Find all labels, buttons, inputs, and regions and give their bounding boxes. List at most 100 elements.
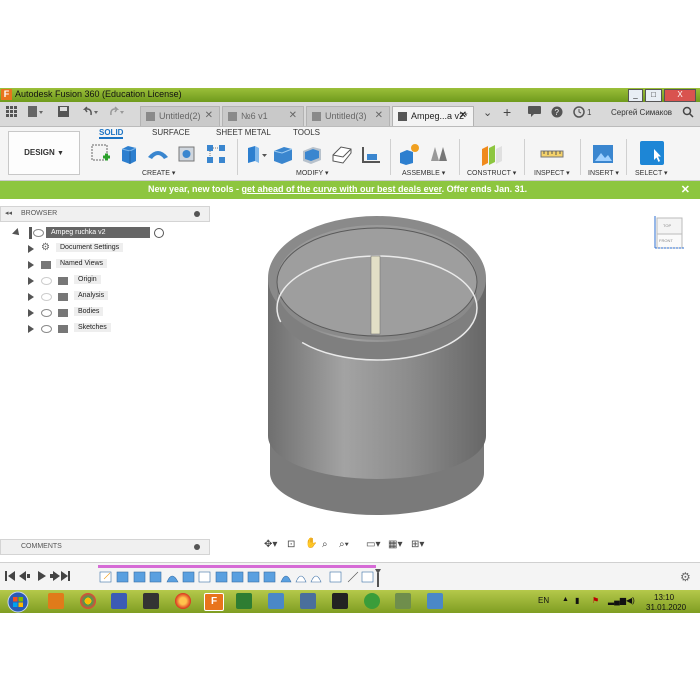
tray-expand-icon[interactable]: ▲ [562,596,569,603]
save-icon[interactable] [58,106,69,120]
fusion-app-icon[interactable]: F [1,89,12,100]
maximize-button[interactable]: □ [645,89,662,102]
notifications-icon[interactable] [573,106,585,121]
look-at-icon[interactable]: ⊡ [287,539,295,550]
expand-triangle-icon[interactable] [28,245,34,253]
create-menu[interactable]: CREATE ▾ [142,169,175,177]
user-name[interactable]: Сергей Симаков [611,108,672,117]
tab-surface[interactable]: SURFACE [152,128,190,137]
expand-triangle-icon[interactable] [28,325,34,333]
close-tab-icon[interactable]: ✕ [375,110,383,121]
grid-settings-icon[interactable]: ▦▾ [388,539,402,550]
extrude-icon[interactable] [118,143,138,164]
fit-zoom-icon[interactable]: ⌕▾ [339,539,349,550]
hole-icon[interactable] [176,143,196,163]
align-icon[interactable] [360,143,380,163]
job-status-icon[interactable] [528,106,541,120]
browser-item-bodies[interactable]: Bodies [28,307,148,319]
chamfer-icon[interactable] [331,143,352,164]
network-icon[interactable]: ▂▄▆ [608,596,626,605]
clock-time[interactable]: 13:10 [654,593,674,602]
search-icon[interactable] [682,106,694,121]
record-icon[interactable] [154,228,164,238]
settings-icon[interactable]: ⚙ [680,570,691,584]
volume-icon[interactable]: ◀) [626,596,635,605]
close-tab-icon[interactable]: ✕ [205,110,213,121]
window-icon[interactable] [427,593,443,609]
press-pull-icon[interactable] [245,143,267,163]
design-workspace-button[interactable]: DESIGN ▼ [8,131,80,175]
select-cursor-icon[interactable] [640,141,664,165]
knob-body[interactable] [268,216,486,515]
tab-sheet-metal[interactable]: SHEET METAL [216,128,271,137]
viewports-icon[interactable]: ⊞▾ [411,539,424,550]
browser-root-item[interactable]: Ampeg ruchka v2 [12,227,164,239]
assemble-menu[interactable]: ASSEMBLE ▾ [402,169,445,177]
globe-icon[interactable] [364,593,380,609]
browser-item-named-views[interactable]: Named Views [28,259,138,271]
timeline-features[interactable] [98,569,383,587]
expand-triangle-icon[interactable] [12,228,22,238]
expand-triangle-icon[interactable] [28,277,34,285]
collapse-icon[interactable]: ◂◂ [5,209,12,217]
display-settings-icon[interactable]: ▭▾ [366,539,380,550]
browser-icon[interactable] [175,593,191,609]
shell-icon[interactable] [301,143,321,164]
fillet-icon[interactable] [272,143,293,164]
browser-item-document-settings[interactable]: ⚙ Document Settings [28,243,138,255]
app-icon[interactable] [236,593,252,609]
tab-no6[interactable]: №6 v1 ✕ [222,106,304,126]
go-to-end-icon[interactable] [61,571,70,581]
root-component-label[interactable]: Ampeg ruchka v2 [46,227,150,238]
clock-date[interactable]: 31.01.2020 [646,603,686,612]
document-icon[interactable] [268,593,284,609]
calculator-icon[interactable] [300,593,316,609]
offset-plane-icon[interactable] [480,143,502,166]
expand-triangle-icon[interactable] [28,309,34,317]
expand-triangle-icon[interactable] [28,261,34,269]
step-forward-icon[interactable] [50,571,60,581]
browser-item-origin[interactable]: Origin [28,275,138,287]
eye-icon[interactable] [41,309,52,317]
go-to-start-icon[interactable] [5,571,15,581]
fusion-taskbar-icon[interactable]: F [204,593,224,611]
file-menu-icon[interactable] [28,106,44,121]
timeline-controls[interactable] [5,570,70,582]
create-sketch-icon[interactable] [90,143,110,163]
pan-hand-icon[interactable]: ✋ [305,538,317,549]
help-icon[interactable]: ? [551,106,563,121]
floppy-save-icon[interactable] [111,593,127,609]
joint-icon[interactable] [428,143,448,163]
media-player-icon[interactable] [48,593,64,609]
windows-start-icon[interactable] [6,591,30,613]
hidden-eye-icon[interactable] [41,293,52,301]
viewcube-front-label[interactable]: FRONT [659,238,673,243]
measure-icon[interactable] [540,143,564,163]
eye-icon[interactable] [33,229,44,237]
expand-triangle-icon[interactable] [28,293,34,301]
grid-menu-icon[interactable] [6,106,17,120]
revolve-icon[interactable] [146,143,168,163]
comments-header[interactable]: COMMENTS [0,539,210,555]
tab-untitled-3[interactable]: Untitled(3) ✕ [306,106,390,126]
insert-menu[interactable]: INSERT ▾ [588,169,619,177]
orbit-icon[interactable]: ✥▾ [264,539,277,550]
browser-item-sketches[interactable]: Sketches [28,323,148,335]
pin-icon[interactable] [194,211,200,217]
close-promo-icon[interactable]: ✕ [681,183,690,196]
construct-menu[interactable]: CONSTRUCT ▾ [467,169,516,177]
redo-icon[interactable] [108,106,126,121]
promo-link[interactable]: get ahead of the curve with our best dea… [242,184,442,194]
eye-icon[interactable] [41,325,52,333]
inspect-menu[interactable]: INSPECT ▾ [534,169,570,177]
new-component-icon[interactable] [398,143,419,165]
browser-header[interactable]: ◂◂ BROWSER [0,206,210,222]
browser-item-analysis[interactable]: Analysis [28,291,148,303]
console-icon[interactable] [143,593,159,609]
undo-icon[interactable] [82,106,100,121]
close-tab-icon[interactable]: ✕ [289,110,297,121]
modify-menu[interactable]: MODIFY ▾ [296,169,329,177]
model-canvas[interactable] [260,208,495,518]
tab-ampeg-active[interactable]: Ampeg...a v2* ✕ [392,106,474,126]
new-tab-plus-icon[interactable]: + [503,104,511,120]
